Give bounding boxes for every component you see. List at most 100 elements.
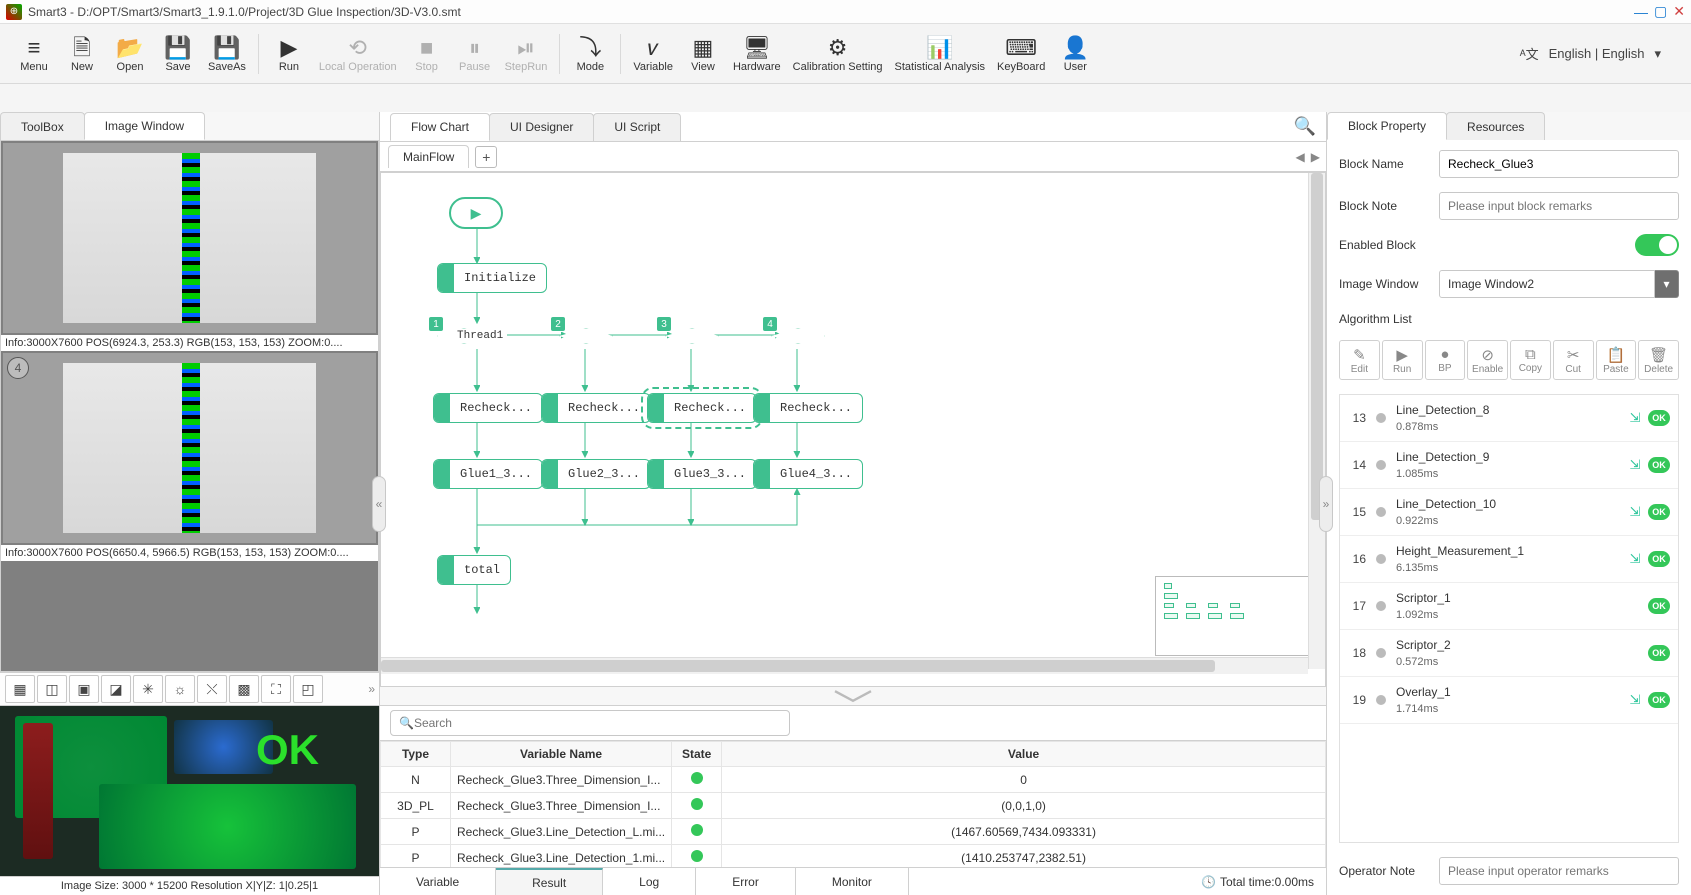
- operator-note-input[interactable]: [1439, 857, 1679, 885]
- algorithm-row[interactable]: 13 Line_Detection_8 0.878ms ⇲OK: [1340, 395, 1678, 442]
- algorithm-row[interactable]: 16 Height_Measurement_1 6.135ms ⇲OK: [1340, 536, 1678, 583]
- algo-enable-button[interactable]: ⊘Enable: [1467, 340, 1508, 380]
- block-glue3[interactable]: Glue3_3...: [647, 459, 757, 489]
- algorithm-row[interactable]: 17 Scriptor_1 1.092ms OK: [1340, 583, 1678, 630]
- variable-search-box[interactable]: 🔍: [390, 710, 790, 736]
- flow-nav-prev-icon[interactable]: ◀: [1296, 150, 1305, 164]
- vt-full-icon[interactable]: ⛶: [261, 675, 291, 703]
- vt-shade-icon[interactable]: ◪: [101, 675, 131, 703]
- tab-log[interactable]: Log: [603, 868, 696, 895]
- open-button[interactable]: 📂Open: [112, 35, 148, 73]
- image-preview-2[interactable]: 4: [3, 353, 376, 543]
- collapse-right-handle[interactable]: »: [1319, 476, 1333, 532]
- block-total[interactable]: total: [437, 555, 511, 585]
- minimize-button[interactable]: —: [1634, 4, 1648, 20]
- tab-block-property[interactable]: Block Property: [1327, 112, 1447, 140]
- tab-error[interactable]: Error: [696, 868, 796, 895]
- start-node[interactable]: ▶: [449, 197, 503, 229]
- branch-4[interactable]: 4: [771, 323, 825, 349]
- block-recheck-2[interactable]: Recheck...: [541, 393, 651, 423]
- image-preview-3d[interactable]: OK: [0, 706, 379, 876]
- algorithm-row[interactable]: 14 Line_Detection_9 1.085ms ⇲OK: [1340, 442, 1678, 489]
- maximize-button[interactable]: ▢: [1654, 3, 1667, 20]
- tab-ui-script[interactable]: UI Script: [593, 113, 681, 141]
- save-button[interactable]: 💾Save: [160, 35, 196, 73]
- image-window-select[interactable]: Image Window2: [1439, 270, 1655, 298]
- algo-edit-button[interactable]: ✎Edit: [1339, 340, 1380, 380]
- minimap[interactable]: [1155, 576, 1315, 656]
- table-row[interactable]: P Recheck_Glue3.Line_Detection_L.mi... (…: [381, 819, 1326, 845]
- step-run-button[interactable]: ⏯StepRun: [505, 35, 548, 73]
- user-button[interactable]: 👤User: [1057, 35, 1093, 73]
- image-window-dropdown-button[interactable]: ▾: [1655, 270, 1679, 298]
- new-button[interactable]: 🗎New: [64, 35, 100, 73]
- algorithm-row[interactable]: 18 Scriptor_2 0.572ms OK: [1340, 630, 1678, 677]
- mode-button[interactable]: ⤵Mode: [572, 35, 608, 73]
- run-button[interactable]: ▶Run: [271, 35, 307, 73]
- block-glue1[interactable]: Glue1_3...: [433, 459, 543, 489]
- algo-bp-button[interactable]: ●BP: [1425, 340, 1466, 380]
- block-glue4[interactable]: Glue4_3...: [753, 459, 863, 489]
- block-name-input[interactable]: [1439, 150, 1679, 178]
- canvas-scroll-vertical[interactable]: [1308, 173, 1325, 669]
- vt-cube-icon[interactable]: ▣: [69, 675, 99, 703]
- algo-copy-button[interactable]: ⧉Copy: [1510, 340, 1551, 380]
- pause-button[interactable]: ⏸Pause: [457, 35, 493, 73]
- block-note-input[interactable]: [1439, 192, 1679, 220]
- col-name[interactable]: Variable Name: [451, 742, 672, 767]
- table-row[interactable]: P Recheck_Glue3.Line_Detection_1.mi... (…: [381, 845, 1326, 868]
- branch-3[interactable]: 3: [665, 323, 719, 349]
- local-op-button[interactable]: ⟲Local Operation: [319, 35, 397, 73]
- algorithm-list[interactable]: 13 Line_Detection_8 0.878ms ⇲OK14 Line_D…: [1339, 394, 1679, 843]
- flow-nav-next-icon[interactable]: ▶: [1311, 150, 1320, 164]
- vt-layers-icon[interactable]: ▩: [229, 675, 259, 703]
- tab-toolbox[interactable]: ToolBox: [0, 112, 85, 140]
- branch-2[interactable]: 2: [559, 323, 613, 349]
- table-row[interactable]: 3D_PL Recheck_Glue3.Three_Dimension_I...…: [381, 793, 1326, 819]
- vt-axis-icon[interactable]: ⤬: [197, 675, 227, 703]
- tab-image-window[interactable]: Image Window: [84, 112, 205, 140]
- col-type[interactable]: Type: [381, 742, 451, 767]
- vt-grid-icon[interactable]: ▦: [5, 675, 35, 703]
- tab-resources[interactable]: Resources: [1446, 112, 1545, 140]
- algo-delete-button[interactable]: 🗑Delete: [1638, 340, 1679, 380]
- close-button[interactable]: ✕: [1673, 3, 1685, 20]
- save-as-button[interactable]: 💾SaveAs: [208, 35, 246, 73]
- algorithm-row[interactable]: 15 Line_Detection_10 0.922ms ⇲OK: [1340, 489, 1678, 536]
- flow-canvas[interactable]: ▶ Initialize 1 Thread1 2 3 4 Recheck... …: [380, 172, 1326, 687]
- vt-fit-icon[interactable]: ✳: [133, 675, 163, 703]
- vt-box-icon[interactable]: ◰: [293, 675, 323, 703]
- vt-wire-icon[interactable]: ◫: [37, 675, 67, 703]
- block-recheck-3-selected[interactable]: Recheck...: [647, 393, 757, 423]
- stop-button[interactable]: ■Stop: [409, 35, 445, 73]
- stat-button[interactable]: 📊Statistical Analysis: [895, 35, 985, 73]
- canvas-scroll-horizontal[interactable]: [381, 657, 1308, 674]
- enabled-block-toggle[interactable]: [1635, 234, 1679, 256]
- table-row[interactable]: N Recheck_Glue3.Three_Dimension_I... 0: [381, 767, 1326, 793]
- col-state[interactable]: State: [672, 742, 722, 767]
- algo-run-button[interactable]: ▶Run: [1382, 340, 1423, 380]
- add-flow-button[interactable]: +: [475, 146, 497, 168]
- keyboard-button[interactable]: ⌨KeyBoard: [997, 35, 1045, 73]
- vertical-split-handle[interactable]: [380, 687, 1326, 705]
- block-initialize[interactable]: Initialize: [437, 263, 547, 293]
- search-icon[interactable]: 🔍: [1294, 116, 1316, 137]
- algo-cut-button[interactable]: ✂Cut: [1553, 340, 1594, 380]
- algorithm-row[interactable]: 19 Overlay_1 1.714ms ⇲OK: [1340, 677, 1678, 724]
- language-dropdown[interactable]: ᴬ文 English | English ▾: [1520, 44, 1661, 63]
- image-preview-1[interactable]: [3, 143, 376, 333]
- tab-ui-designer[interactable]: UI Designer: [489, 113, 594, 141]
- variable-button[interactable]: 𝑣Variable: [633, 35, 673, 73]
- view-button[interactable]: ▦View: [685, 35, 721, 73]
- variable-search-input[interactable]: [414, 716, 781, 730]
- tab-result[interactable]: Result: [496, 868, 603, 895]
- col-value[interactable]: Value: [722, 742, 1326, 767]
- tab-monitor[interactable]: Monitor: [796, 868, 909, 895]
- subtab-mainflow[interactable]: MainFlow: [388, 145, 469, 168]
- collapse-left-handle[interactable]: «: [372, 476, 386, 532]
- algo-paste-button[interactable]: 📋Paste: [1596, 340, 1637, 380]
- tab-variable[interactable]: Variable: [380, 868, 496, 895]
- block-recheck-1[interactable]: Recheck...: [433, 393, 543, 423]
- tab-flow-chart[interactable]: Flow Chart: [390, 113, 490, 141]
- menu-button[interactable]: ≡Menu: [16, 35, 52, 73]
